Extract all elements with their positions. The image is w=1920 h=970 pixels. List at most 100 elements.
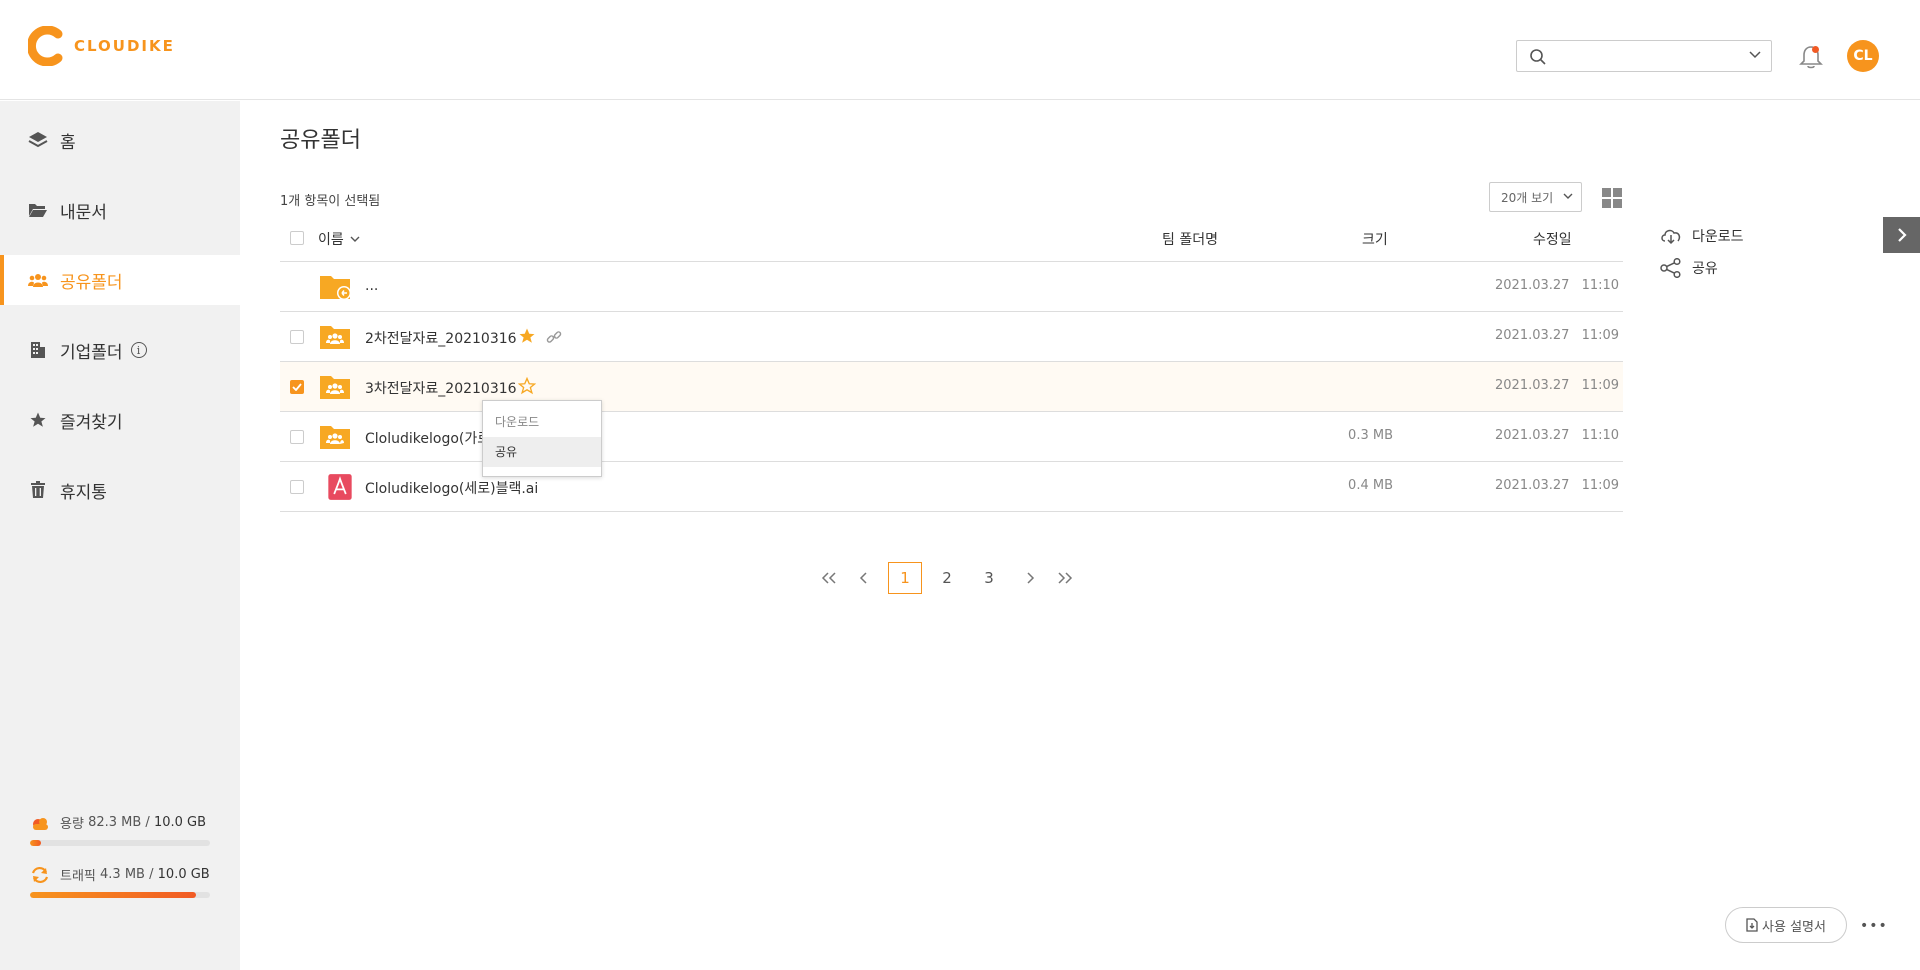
file-name[interactable]: 2차전달자료_20210316 [365,328,517,348]
page-button-3[interactable]: 3 [972,562,1006,594]
file-modified-date: 2021.03.27 11:09 [1495,478,1620,493]
context-menu-share[interactable]: 공유 [483,437,601,467]
traffic-used: 4.3 MB [100,867,145,882]
prev-page-button[interactable] [846,562,880,594]
chevron-left-icon [859,572,867,584]
file-name[interactable]: Cloludikelogo(가로 [365,428,490,448]
row-checkbox[interactable] [290,380,304,394]
file-size: 0.4 MB [1348,478,1393,493]
share-icon [1660,258,1681,278]
traffic-bar [30,892,210,898]
page-button-2[interactable]: 2 [930,562,964,594]
file-name[interactable]: Cloludikelogo(세로)블랙.ai [365,478,538,498]
next-page-button[interactable] [1014,562,1048,594]
select-all-checkbox[interactable] [290,231,304,245]
more-options-button[interactable]: ••• [1860,918,1888,934]
file-name[interactable]: 3차전달자료_20210316 [365,378,517,398]
traffic-total: 10.0 GB [157,867,210,882]
notification-dot [1812,46,1819,53]
chevron-right-icon [1027,572,1035,584]
file-name[interactable]: ... [365,278,378,294]
document-icon [1746,918,1758,932]
storage-label: 용량 [60,817,84,832]
traffic-quota: 트래픽 4.3 MB / 10.0 GB [30,865,210,898]
table-row[interactable]: 2차전달자료_20210316 2021.03.27 11:09 [280,312,1623,362]
sidebar-item-label: 홈 [60,132,76,153]
share-label: 공유 [1692,261,1718,277]
double-chevron-left-icon [821,572,836,584]
file-modified-date: 2021.03.27 11:10 [1495,428,1620,443]
chevron-down-icon [1563,193,1573,199]
file-modified-date: 2021.03.27 11:09 [1495,328,1620,343]
sidebar-item-favorites[interactable]: 즐겨찾기 [0,395,240,445]
sidebar-item-label: 즐겨찾기 [60,412,123,433]
traffic-separator: / [149,867,154,882]
info-icon[interactable]: i [130,342,147,358]
sidebar-item-label: 내문서 [60,202,107,223]
column-header-size[interactable]: 크기 [1362,229,1388,249]
column-header-modified[interactable]: 수정일 [1533,229,1572,249]
selection-count: 1개 항목이 선택됨 [280,194,381,209]
search-box[interactable] [1516,40,1772,72]
sidebar-item-label: 기업폴더 [60,342,123,363]
layers-icon [28,130,48,150]
last-page-button[interactable] [1048,562,1082,594]
sidebar-item-company-folders[interactable]: 기업폴더 i [0,325,240,375]
folder-open-icon [28,200,48,220]
notification-button[interactable] [1798,44,1824,74]
share-action[interactable]: 공유 [1660,252,1744,284]
star-icon [28,410,48,430]
action-panel: 다운로드 공유 [1660,220,1744,284]
context-menu: 다운로드 공유 [482,400,602,477]
sidebar-item-home[interactable]: 홈 [0,115,240,165]
cloud-download-icon [1661,229,1681,245]
user-avatar[interactable]: CL [1847,40,1879,72]
table-row[interactable]: ... 2021.03.27 11:10 [280,262,1623,312]
storage-separator: / [145,815,150,830]
file-modified-date: 2021.03.27 11:09 [1495,378,1620,393]
star-outline-icon[interactable] [518,377,536,395]
sidebar-item-shared-folders[interactable]: 공유폴더 [0,255,240,305]
per-page-select[interactable]: 20개 보기 [1489,182,1582,212]
download-label: 다운로드 [1692,229,1744,245]
table-header: 이름 팀 폴더명 크기 수정일 [280,215,1623,262]
chevron-down-icon[interactable] [1749,51,1761,59]
column-header-name: 이름 [318,232,344,248]
user-manual-button[interactable]: 사용 설명서 [1725,907,1847,943]
sidebar-item-label: 휴지통 [60,482,107,503]
user-manual-label: 사용 설명서 [1762,919,1826,935]
cloud-storage-icon [33,817,48,830]
users-icon [28,270,48,290]
sidebar-item-label: 공유폴더 [60,272,123,293]
per-page-value: 20개 보기 [1501,190,1554,205]
shared-folder-icon [320,426,350,449]
column-header-team-folder[interactable]: 팀 폴더명 [1162,229,1218,249]
star-filled-icon[interactable] [518,327,536,345]
row-checkbox[interactable] [290,430,304,444]
row-checkbox[interactable] [290,330,304,344]
traffic-label: 트래픽 [60,869,96,884]
download-action[interactable]: 다운로드 [1660,220,1744,252]
sidebar: 홈 내문서 공유폴더 기업폴더 i 즐겨찾기 휴지통 용량 82.3 MB / … [0,101,240,970]
link-icon[interactable] [546,329,562,345]
shared-folder-icon [320,376,350,399]
check-icon [292,383,302,391]
column-name-sort[interactable]: 이름 [318,229,360,249]
page-button-1[interactable]: 1 [888,562,922,594]
file-size: 0.3 MB [1348,428,1393,443]
context-menu-download[interactable]: 다운로드 [483,407,601,437]
sidebar-item-my-documents[interactable]: 내문서 [0,185,240,235]
building-icon [28,340,48,360]
page-title: 공유폴더 [280,128,361,153]
grid-view-icon[interactable] [1602,188,1622,208]
storage-bar-fill [30,840,41,846]
sidebar-item-trash[interactable]: 휴지통 [0,465,240,515]
sync-icon [31,866,49,883]
chevron-down-icon [350,236,360,242]
folder-back-icon [320,276,351,300]
storage-quota: 용량 82.3 MB / 10.0 GB [30,813,210,846]
panel-toggle-button[interactable] [1883,217,1920,253]
first-page-button[interactable] [812,562,846,594]
cloudike-logo[interactable]: CLOUDIKE [28,26,175,66]
row-checkbox[interactable] [290,480,304,494]
